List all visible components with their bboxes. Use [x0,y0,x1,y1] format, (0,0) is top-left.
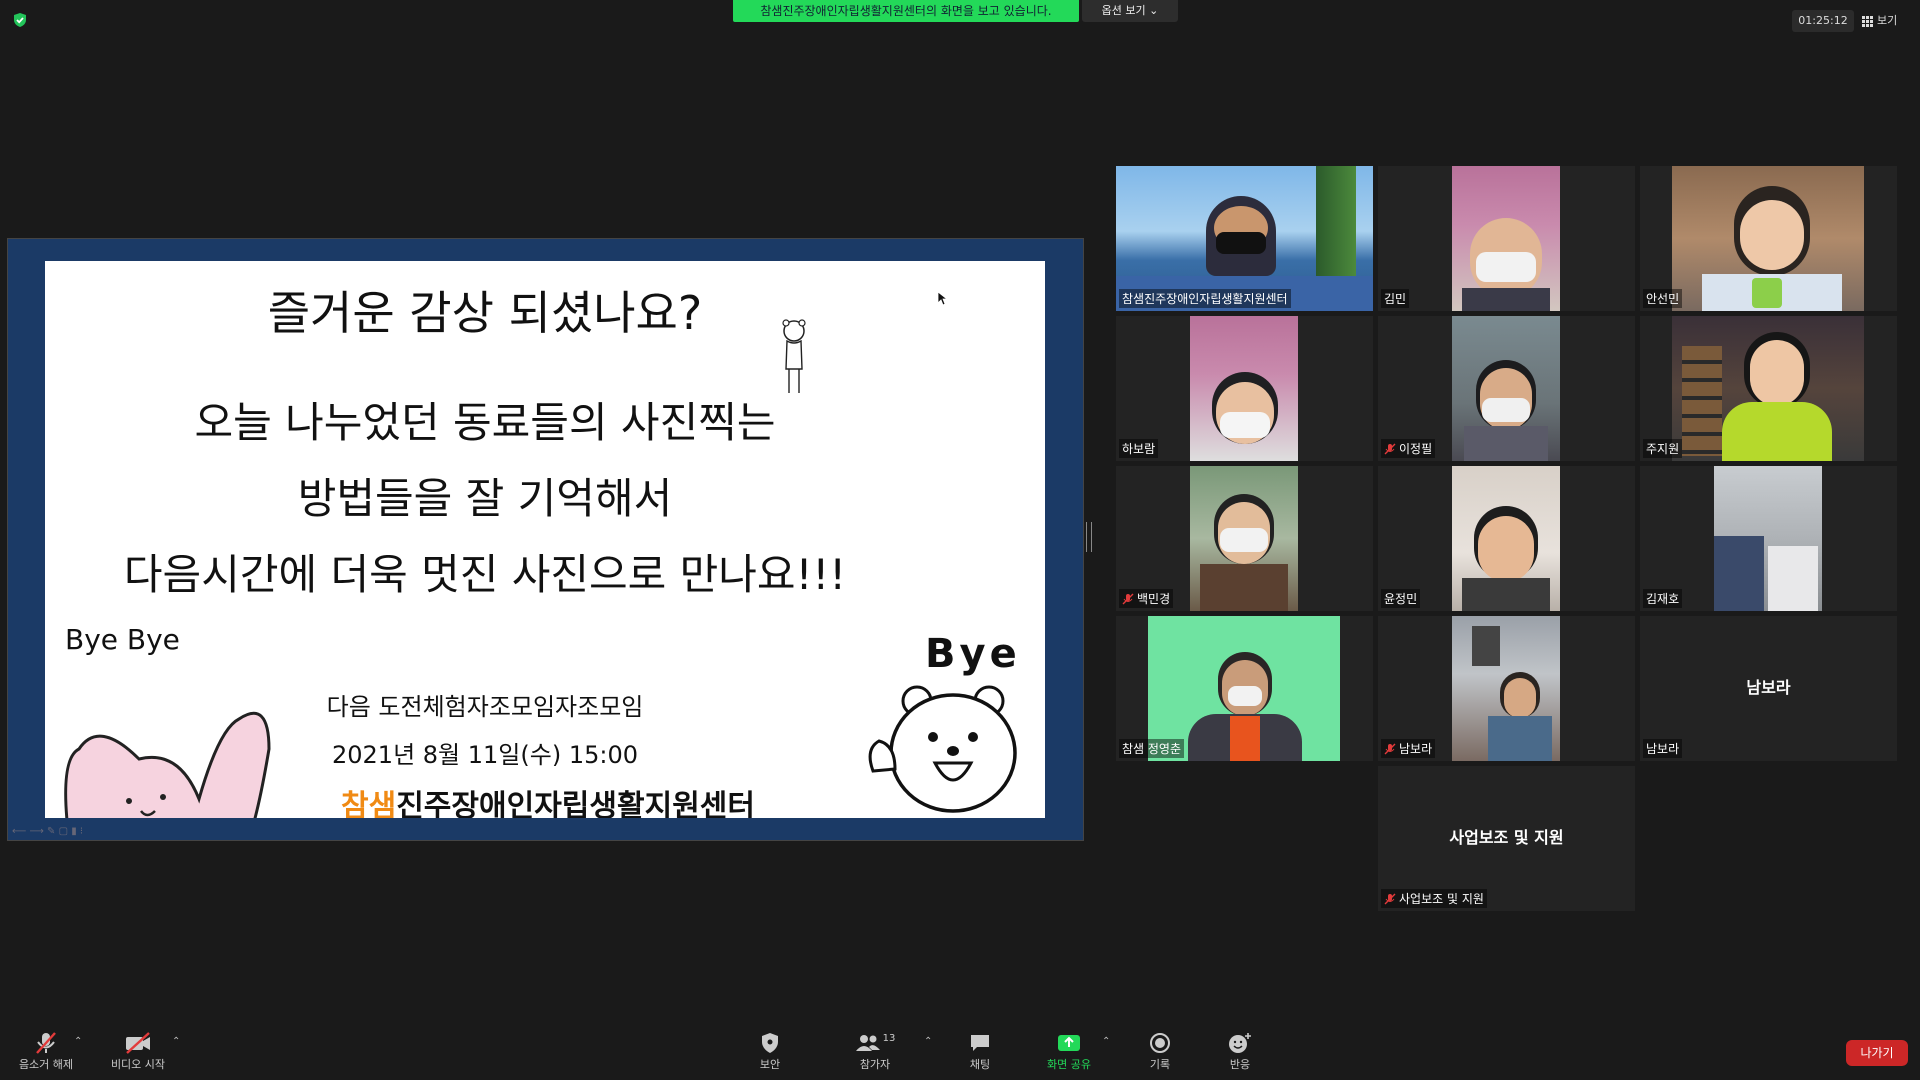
participant-name: 주지원 [1643,439,1683,458]
view-options-button[interactable]: 옵션 보기 ⌄ [1082,0,1178,22]
unmute-button[interactable]: 음소거 해제 [14,1030,78,1072]
video-off-icon [126,1032,150,1054]
participant-name: 안선민 [1643,289,1683,308]
shared-screen: 즐거운 감상 되셨나요? 오늘 나누었던 동료들의 사진찍는 방법들을 잘 기억… [7,238,1084,841]
participant-name: 참샘진주장애인자립생활지원센터 [1119,289,1291,308]
slide-line-1: 오늘 나누었던 동료들의 사진찍는 [194,398,776,447]
audio-options-caret[interactable]: ⌃ [74,1036,82,1047]
participant-tile[interactable]: 백민경 [1116,466,1373,611]
participant-video [1672,316,1864,461]
participants-button[interactable]: 13 참가자 [850,1030,900,1072]
participant-tile[interactable]: 남보라 [1378,616,1635,761]
participant-name: 하보람 [1119,439,1159,458]
grid-icon [1862,15,1873,27]
record-label: 기록 [1149,1058,1171,1071]
security-shield-icon [14,13,26,27]
slide-bye-left: Bye Bye [65,623,180,656]
participant-tile[interactable]: 사업보조 및 지원 사업보조 및 지원 [1378,766,1635,911]
participant-name: 남보라 [1381,739,1436,758]
view-button[interactable]: 보기 [1862,10,1897,32]
mic-muted-icon [1384,893,1396,904]
security-label: 보안 [759,1058,781,1071]
participants-icon [855,1035,880,1051]
slide-line-2: 방법들을 잘 기억해서 [297,474,673,523]
participant-display-name: 남보라 [1746,678,1791,697]
participants-label: 참가자 [859,1058,891,1071]
record-button[interactable]: 기록 [1140,1030,1180,1072]
participant-name: 남보라 [1643,739,1683,758]
participant-tile[interactable]: 윤정민 [1378,466,1635,611]
chat-icon [971,1035,989,1051]
slide-logo-rest: 진주장애인자립생활지원센터 [396,789,756,818]
participant-video [1190,466,1298,611]
chat-button[interactable]: 채팅 [960,1030,1000,1072]
video-options-caret[interactable]: ⌃ [172,1036,180,1047]
participant-video [1452,166,1560,311]
small-bear-character-icon [782,319,806,393]
participant-video [1714,466,1822,611]
unmute-label: 음소거 해제 [18,1058,74,1071]
participants-count: 13 [882,1032,896,1044]
participants-options-caret[interactable]: ⌃ [924,1036,932,1047]
chat-label: 채팅 [969,1058,991,1071]
pink-rabbit-character-icon [64,711,271,818]
reaction-smiley-icon [1229,1033,1251,1053]
participant-tile[interactable]: 이정필 [1378,316,1635,461]
reactions-button[interactable]: 반응 [1220,1030,1260,1072]
share-screen-button[interactable]: 화면 공유 [1040,1030,1098,1072]
participant-tile[interactable]: 김재호 [1640,466,1897,611]
participant-name: 윤정민 [1381,589,1421,608]
participant-video [1452,316,1560,461]
participant-video [1452,466,1560,611]
security-button[interactable]: 보안 [750,1030,790,1072]
slide-logo: 참샘진주장애인자립생활지원센터 [341,781,755,818]
meeting-timer: 01:25:12 [1792,10,1854,32]
screen-share-banner: 참샘진주장애인자립생활지원센터의 화면을 보고 있습니다. [733,0,1079,22]
record-icon [1150,1033,1170,1053]
annotation-toolbar[interactable]: ⟵ ⟶ ✎ ▢ ▮ ⁝ [12,826,83,837]
participant-tile[interactable]: 남보라 남보라 [1640,616,1897,761]
participant-tile[interactable]: 참샘 정영춘 [1116,616,1373,761]
share-screen-icon [1058,1035,1080,1051]
participant-video [1190,316,1298,461]
mic-muted-icon [1384,743,1396,754]
participant-display-name: 사업보조 및 지원 [1449,828,1564,847]
slide-line-3: 다음시간에 더욱 멋진 사진으로 만나요!!! [123,550,847,599]
white-bear-waving-icon [868,685,1017,813]
participant-tile[interactable]: 안선민 [1640,166,1897,311]
participant-tile[interactable]: 하보람 [1116,316,1373,461]
start-video-button[interactable]: 비디오 시작 [102,1030,174,1072]
splitter-handle[interactable] [1086,522,1092,552]
participant-name: 백민경 [1119,589,1174,608]
participant-tile[interactable]: 참샘진주장애인자립생활지원센터 [1116,166,1373,311]
participant-video [1452,616,1560,761]
participant-tile[interactable]: 김민 [1378,166,1635,311]
mic-muted-icon [36,1032,56,1054]
start-video-label: 비디오 시작 [110,1058,166,1071]
participant-video [1672,166,1864,311]
leave-meeting-button[interactable]: 나가기 [1846,1040,1908,1066]
participant-name: 사업보조 및 지원 [1381,889,1487,908]
share-options-caret[interactable]: ⌃ [1102,1036,1110,1047]
participant-name: 이정필 [1381,439,1436,458]
slide-logo-brand: 참샘 [341,789,397,818]
participant-name: 김재호 [1643,589,1683,608]
share-screen-label: 화면 공유 [1047,1058,1091,1071]
participant-tile[interactable]: 주지원 [1640,316,1897,461]
mic-muted-icon [1384,443,1396,454]
participant-name: 참샘 정영춘 [1119,739,1185,758]
view-label: 보기 [1877,14,1898,27]
mic-muted-icon [1122,593,1134,604]
slide-title: 즐거운 감상 되셨나요? [267,286,703,340]
shield-icon [762,1033,778,1053]
presentation-slide: 즐거운 감상 되셨나요? 오늘 나누었던 동료들의 사진찍는 방법들을 잘 기억… [45,261,1045,818]
slide-bye-right: Bye [925,631,1021,677]
participant-name: 김민 [1381,289,1410,308]
mouse-cursor-icon [938,292,948,306]
reactions-label: 반응 [1229,1058,1251,1071]
